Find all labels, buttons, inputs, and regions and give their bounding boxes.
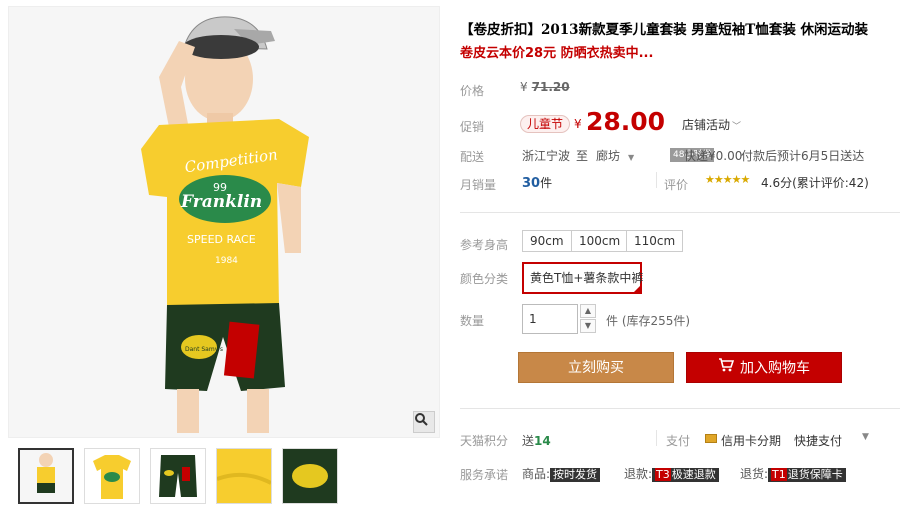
shipping-from: 浙江宁波 <box>522 149 571 163</box>
thumb-full-outfit[interactable] <box>18 448 74 504</box>
caret-down-icon: ▼ <box>628 153 635 162</box>
service-return-label: 退货保障卡 <box>787 468 843 481</box>
search-icon[interactable] <box>413 411 435 433</box>
rating-stars: ★★★★★ <box>705 173 750 186</box>
chevron-down-icon: ﹀ <box>732 122 742 132</box>
service-refund-t3: T3 <box>655 468 671 481</box>
sales-divider <box>656 172 657 188</box>
shorts-patch-text: Dant Samy's <box>185 346 223 353</box>
credit-card-icon <box>705 434 717 443</box>
service-shipping-tag: 按时发货 <box>550 468 601 482</box>
price-label: 价格 <box>460 84 485 98</box>
payment-divider <box>656 430 657 446</box>
points-value: 14 <box>534 434 551 448</box>
store-promo-label: 店铺活动 <box>682 118 731 132</box>
service-refund-tag: T3 极速退款 <box>652 468 719 482</box>
shipping-express-fee: 快递¥0.00 <box>684 149 743 163</box>
shipping-destination[interactable]: 廊坊 ▼ <box>596 147 634 164</box>
shirt-print-year: 1984 <box>215 256 238 266</box>
quantity-decrease-button[interactable]: ▼ <box>580 319 596 333</box>
shipping-destination-label: 廊坊 <box>596 149 621 163</box>
payment-expand-icon[interactable]: ▼ <box>862 432 869 442</box>
section-divider <box>460 212 900 213</box>
original-price: ¥71.20 <box>520 80 570 94</box>
rating-label: 评价 <box>664 178 689 192</box>
service-label: 服务承诺 <box>460 468 509 482</box>
points-send: 送 <box>522 434 535 448</box>
store-promo-dropdown[interactable]: 店铺活动 ﹀ <box>682 116 741 133</box>
add-to-cart-button[interactable]: 加入购物车 <box>686 352 842 383</box>
size-label: 参考身高 <box>460 238 509 252</box>
service-refund[interactable]: 退款: T3 极速退款 <box>624 465 719 482</box>
rating-summary[interactable]: 4.6分(累计评价:42) <box>761 174 869 191</box>
original-price-value: 71.20 <box>531 80 570 94</box>
monthly-sales-count: 30 <box>522 176 541 191</box>
product-info-panel: 【卷皮折扣】2013新款夏季儿童套装 男童短袖T恤套装 休闲运动装 卷皮云本价2… <box>448 0 900 509</box>
stock-info: 件 (库存255件) <box>606 312 690 329</box>
points-info: 送14 <box>522 432 551 449</box>
buy-now-button[interactable]: 立刻购买 <box>518 352 674 383</box>
thumbnail-strip <box>8 446 440 508</box>
color-option-selected[interactable]: 黄色T恤+薯条款中裤 <box>522 262 644 294</box>
service-return[interactable]: 退货: T1 退货保障卡 <box>740 465 846 482</box>
monthly-sales: 30件 <box>522 174 552 191</box>
shipping-label: 配送 <box>460 150 485 164</box>
promo-label: 促销 <box>460 120 485 134</box>
add-to-cart-label: 加入购物车 <box>740 360 810 377</box>
stock-count: (库存255件) <box>621 314 691 328</box>
service-shipping[interactable]: 商品: 按时发货 <box>522 465 601 482</box>
quantity-unit: 件 <box>606 314 619 328</box>
cart-icon <box>718 353 735 384</box>
size-option-90[interactable]: 90cm <box>522 230 572 252</box>
quick-pay[interactable]: 快捷支付 <box>794 432 842 449</box>
product-subtitle[interactable]: 卷皮云本价28元 防晒衣热卖中... <box>460 42 653 61</box>
color-label: 颜色分类 <box>460 272 509 286</box>
service-refund-label: 极速退款 <box>671 468 716 481</box>
points-label: 天猫积分 <box>460 434 509 448</box>
boy-in-yellow-tshirt-image: Competition 99 Franklin SPEED RACE 1984 … <box>141 16 309 433</box>
shipping-to-word: 至 <box>576 149 589 163</box>
section-divider-bottom <box>460 408 900 409</box>
quantity-increase-button[interactable]: ▲ <box>580 304 596 318</box>
thumb-shirt[interactable] <box>84 448 140 504</box>
monthly-sales-label: 月销量 <box>460 178 497 192</box>
thumb-shirt-detail[interactable] <box>216 448 272 504</box>
service-refund-prefix: 退款: <box>624 467 653 481</box>
size-option-110[interactable]: 110cm <box>626 230 684 252</box>
shirt-print-franklin: Franklin <box>180 192 262 212</box>
product-title: 【卷皮折扣】2013新款夏季儿童套装 男童短袖T恤套装 休闲运动装 <box>460 22 869 38</box>
current-price-currency: ¥ <box>574 117 582 131</box>
size-option-100[interactable]: 100cm <box>571 230 629 252</box>
quantity-input[interactable] <box>522 304 578 334</box>
thumb-patch-detail[interactable] <box>282 448 338 504</box>
promo-badge: 儿童节 <box>520 115 571 133</box>
product-main-image[interactable]: Competition 99 Franklin SPEED RACE 1984 … <box>8 6 440 438</box>
service-return-t1: T1 <box>771 468 787 481</box>
shipping-eta: 付款后预计6月5日送达 <box>741 149 865 163</box>
color-option-label: 黄色T恤+薯条款中裤 <box>530 271 644 285</box>
shirt-print-speed-race: SPEED RACE <box>187 233 256 246</box>
current-price: 28.00 <box>586 107 666 136</box>
service-return-prefix: 退货: <box>740 467 769 481</box>
service-return-tag: T1 退货保障卡 <box>768 468 846 482</box>
payment-label: 支付 <box>666 434 691 448</box>
monthly-sales-unit: 件 <box>540 176 553 190</box>
quantity-label: 数量 <box>460 314 485 328</box>
selected-check-icon <box>632 284 642 294</box>
thumb-pants[interactable] <box>150 448 206 504</box>
credit-card-installment[interactable]: 信用卡分期 <box>721 432 781 449</box>
service-shipping-prefix: 商品: <box>522 467 551 481</box>
original-price-currency: ¥ <box>520 80 528 94</box>
